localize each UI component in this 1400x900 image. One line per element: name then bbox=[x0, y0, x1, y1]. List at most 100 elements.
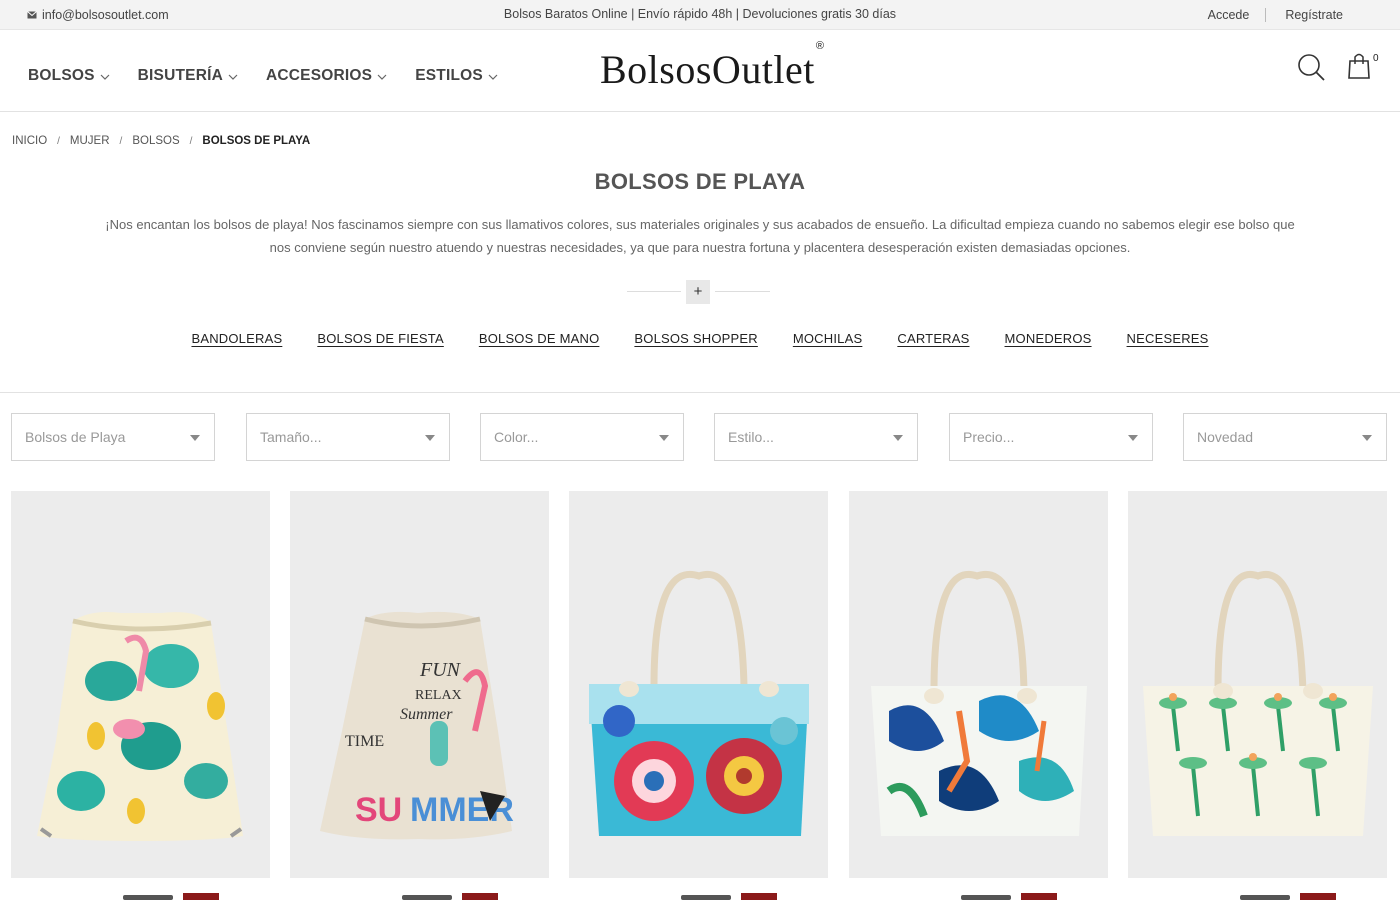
svg-text:Summer: Summer bbox=[400, 706, 453, 723]
account-separator bbox=[1265, 8, 1267, 22]
dropdown-arrow-icon bbox=[893, 435, 903, 441]
product-card-summer-backpack[interactable]: FUN RELAX Summer TIME SU MMER bbox=[290, 491, 549, 878]
dropdown-arrow-icon bbox=[425, 435, 435, 441]
discount-badge bbox=[741, 893, 777, 900]
top-bar: info@bolsosoutlet.com Bolsos Baratos Onl… bbox=[0, 0, 1400, 30]
nav-label: BOLSOS bbox=[28, 67, 95, 84]
breadcrumb-current: BOLSOS DE PLAYA bbox=[202, 135, 311, 147]
search-button[interactable] bbox=[1297, 53, 1327, 83]
dropdown-arrow-icon bbox=[190, 435, 200, 441]
breadcrumb-bolsos[interactable]: BOLSOS bbox=[132, 135, 179, 147]
dropdown-arrow-icon bbox=[1128, 435, 1138, 441]
product-price bbox=[961, 895, 1011, 900]
subcategory-neceseres[interactable]: NECESERES bbox=[1127, 331, 1209, 346]
nav-item-bolsos[interactable]: BOLSOS bbox=[28, 67, 110, 85]
product-price-row bbox=[849, 893, 1108, 900]
nav-label: ACCESORIOS bbox=[266, 67, 373, 84]
promo-text: Bolsos Baratos Online | Envío rápido 48h… bbox=[503, 7, 897, 21]
breadcrumb-separator: / bbox=[189, 135, 193, 147]
product-card-palm-tote[interactable] bbox=[1128, 491, 1387, 878]
subcategory-carteras[interactable]: CARTERAS bbox=[897, 331, 969, 346]
filter-placeholder: Color... bbox=[494, 429, 539, 445]
subcategory-mochilas[interactable]: MOCHILAS bbox=[793, 331, 863, 346]
login-link[interactable]: Accede bbox=[1208, 8, 1250, 22]
divider-line bbox=[627, 291, 681, 292]
chevron-down-icon bbox=[228, 74, 238, 80]
subcategory-bolsos-de-fiesta[interactable]: BOLSOS DE FIESTA bbox=[317, 331, 444, 346]
chevron-down-icon bbox=[488, 74, 498, 80]
logo-text: BolsosOutlet bbox=[600, 47, 815, 92]
filter-placeholder: Estilo... bbox=[728, 429, 774, 445]
discount-badge bbox=[462, 893, 498, 900]
color-filter-select[interactable]: Color... bbox=[480, 413, 684, 461]
account-links: Accede Regístrate bbox=[1208, 8, 1343, 22]
category-filter-select[interactable]: Bolsos de Playa bbox=[11, 413, 215, 461]
search-icon bbox=[1298, 54, 1325, 81]
style-filter-select[interactable]: Estilo... bbox=[714, 413, 918, 461]
product-price bbox=[681, 895, 731, 900]
divider-line bbox=[715, 291, 770, 292]
filter-placeholder: Tamaño... bbox=[260, 429, 322, 445]
read-more-button[interactable]: + bbox=[686, 280, 710, 304]
dropdown-arrow-icon bbox=[1362, 435, 1372, 441]
discount-badge bbox=[1300, 893, 1336, 900]
product-price-row bbox=[11, 893, 270, 900]
shopping-bag-icon bbox=[1348, 53, 1370, 79]
product-image: FUN RELAX Summer TIME SU MMER bbox=[320, 611, 514, 840]
category-description: ¡Nos encantan los bolsos de playa! Nos f… bbox=[90, 214, 1310, 259]
svg-text:RELAX: RELAX bbox=[415, 688, 462, 703]
subcategory-bandoleras[interactable]: BANDOLERAS bbox=[191, 331, 282, 346]
svg-text:TIME: TIME bbox=[345, 733, 384, 750]
nav-item-accesorios[interactable]: ACCESORIOS bbox=[266, 67, 387, 85]
nav-item-estilos[interactable]: ESTILOS bbox=[415, 67, 498, 85]
price-filter-select[interactable]: Precio... bbox=[949, 413, 1153, 461]
main-nav: BOLSOS BISUTERÍA ACCESORIOS ESTILOS bbox=[28, 67, 498, 85]
description-line-1: ¡Nos encantan los bolsos de playa! Nos f… bbox=[105, 217, 1295, 232]
breadcrumb-separator: / bbox=[57, 135, 60, 147]
cart-button[interactable]: 0 bbox=[1347, 52, 1381, 84]
svg-text:SU: SU bbox=[355, 791, 402, 829]
product-card-mandala-tote[interactable] bbox=[569, 491, 828, 878]
product-price-row bbox=[569, 893, 828, 900]
breadcrumb: INICIO / MUJER / BOLSOS / BOLSOS DE PLAY… bbox=[12, 135, 310, 147]
product-price bbox=[1240, 895, 1290, 900]
register-link[interactable]: Regístrate bbox=[1285, 8, 1343, 22]
product-price-row bbox=[290, 893, 549, 900]
product-price-row bbox=[1128, 893, 1387, 900]
filter-placeholder: Precio... bbox=[963, 429, 1015, 445]
chevron-down-icon bbox=[377, 74, 387, 80]
svg-text:FUN: FUN bbox=[419, 659, 462, 681]
nav-label: ESTILOS bbox=[415, 67, 483, 84]
subcategory-links: BANDOLERAS BOLSOS DE FIESTA BOLSOS DE MA… bbox=[0, 331, 1400, 346]
nav-label: BISUTERÍA bbox=[137, 67, 223, 84]
subcategory-bolsos-shopper[interactable]: BOLSOS SHOPPER bbox=[634, 331, 757, 346]
product-card-flamingo-backpack[interactable] bbox=[11, 491, 270, 878]
subcategory-monederos[interactable]: MONEDEROS bbox=[1005, 331, 1092, 346]
filter-value: Bolsos de Playa bbox=[25, 429, 126, 445]
product-card-tropical-tote[interactable] bbox=[849, 491, 1108, 878]
product-image bbox=[1143, 571, 1373, 836]
size-filter-select[interactable]: Tamaño... bbox=[246, 413, 450, 461]
chevron-down-icon bbox=[100, 74, 110, 80]
page-title: BOLSOS DE PLAYA bbox=[594, 169, 806, 194]
breadcrumb-mujer[interactable]: MUJER bbox=[70, 135, 110, 147]
breadcrumb-inicio[interactable]: INICIO bbox=[12, 135, 47, 147]
product-image bbox=[871, 571, 1087, 836]
product-image bbox=[37, 612, 243, 841]
description-line-2: nos conviene según nuestro atuendo y nue… bbox=[269, 239, 1131, 255]
cart-count: 0 bbox=[1373, 53, 1379, 64]
subcategory-bolsos-de-mano[interactable]: BOLSOS DE MANO bbox=[479, 331, 600, 346]
product-price bbox=[402, 895, 452, 900]
sort-value: Novedad bbox=[1197, 429, 1254, 445]
dropdown-arrow-icon bbox=[659, 435, 669, 441]
sort-select[interactable]: Novedad bbox=[1183, 413, 1387, 461]
discount-badge bbox=[1021, 893, 1057, 900]
read-more-row: + bbox=[627, 280, 770, 304]
nav-item-bisuteria[interactable]: BISUTERÍA bbox=[138, 67, 238, 85]
product-price bbox=[123, 895, 173, 900]
breadcrumb-separator: / bbox=[119, 135, 123, 147]
site-logo[interactable]: BolsosOutlet® bbox=[600, 40, 825, 93]
registered-mark: ® bbox=[815, 39, 825, 52]
product-image bbox=[589, 571, 809, 836]
discount-badge bbox=[183, 893, 219, 900]
